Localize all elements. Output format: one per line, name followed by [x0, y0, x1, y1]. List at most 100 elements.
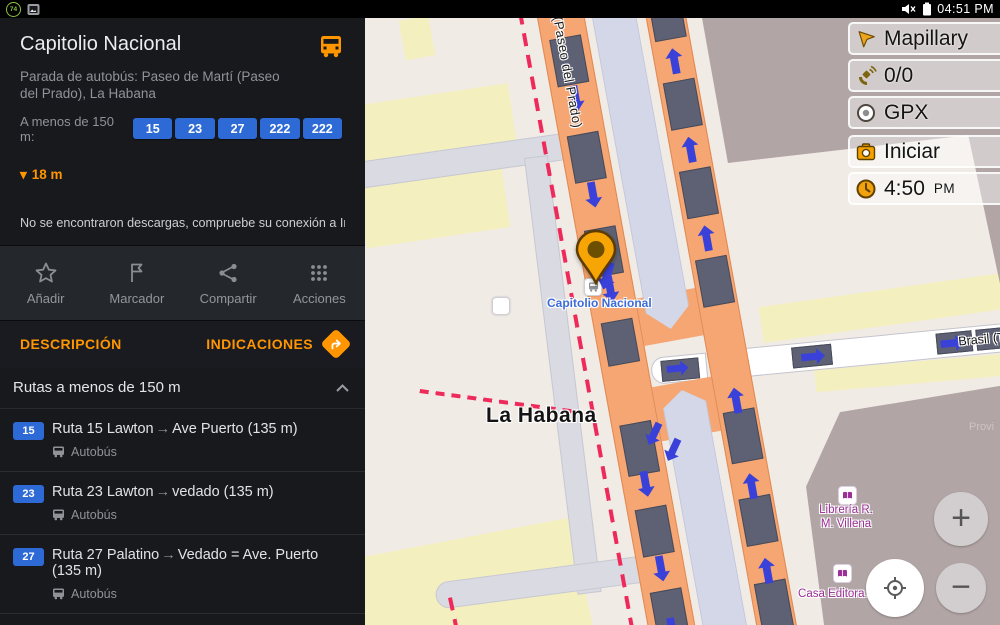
flag-icon: [124, 260, 150, 286]
app-window: 74 04:51 PM Capitolio Nacional: [0, 0, 1000, 625]
route-badge[interactable]: 222: [303, 118, 342, 139]
book-icon: [833, 564, 852, 583]
screenshot-icon: [27, 3, 40, 16]
route-badge[interactable]: 23: [175, 118, 214, 139]
route-arrow: →: [159, 547, 178, 563]
map-building: [723, 407, 764, 464]
battery-icon: [922, 2, 932, 16]
action-bar: Añadir Marcador Compartir: [0, 245, 365, 320]
widget-time-label: 4:50: [884, 177, 925, 201]
widget-mapillary[interactable]: Mapillary: [848, 22, 1000, 55]
route-badge: 15: [13, 422, 44, 440]
poi-icon: [492, 297, 510, 315]
widget-start-label: Iniciar: [884, 140, 940, 164]
city-label: La Habana: [486, 404, 597, 428]
marker-label: Marcador: [109, 291, 164, 306]
zoom-in-button[interactable]: +: [934, 492, 988, 546]
zoom-in-glyph: +: [951, 501, 971, 535]
elevation-value: 18 m: [32, 167, 63, 182]
route-row[interactable]: 222 Ruta 222 Lisa→Parque Central (135 m)…: [0, 614, 365, 625]
widget-mapillary-label: Mapillary: [884, 27, 968, 51]
chevron-up-icon: [335, 383, 350, 393]
tab-bar: DESCRIPCIÓN INDICACIONES: [0, 320, 365, 368]
route-type: Autobús: [71, 445, 117, 459]
bus-icon: [52, 588, 65, 600]
widget-gps-info[interactable]: 0/0: [848, 59, 1000, 92]
map-building: [601, 318, 640, 367]
direction-arrow-icon: [696, 224, 717, 253]
widget-gpx[interactable]: GPX: [848, 96, 1000, 129]
clock-icon: [855, 178, 877, 200]
route-row[interactable]: 15 Ruta 15 Lawton→Ave Puerto (135 m) Aut…: [0, 409, 365, 472]
widget-gps-label: 0/0: [884, 64, 913, 88]
widget-gpx-label: GPX: [884, 101, 928, 125]
zoom-out-button[interactable]: −: [936, 563, 986, 613]
camera-icon: [855, 141, 877, 163]
map-building: [647, 18, 687, 42]
route-badge[interactable]: 27: [218, 118, 257, 139]
actions-button[interactable]: Acciones: [274, 260, 365, 306]
route-badge: 27: [13, 548, 44, 566]
clock-text: 04:51 PM: [937, 2, 994, 16]
direction-arrow-icon: [650, 554, 671, 583]
status-bar: 74 04:51 PM: [0, 0, 1000, 18]
tab-directions[interactable]: INDICACIONES: [206, 333, 351, 355]
satellite-icon: [855, 65, 877, 87]
routes-header-label: Rutas a menos de 150 m: [13, 379, 181, 396]
battery-percent-icon: 74: [6, 2, 21, 17]
widget-start-recording[interactable]: Iniciar: [848, 135, 1000, 168]
routes-section-header[interactable]: Rutas a menos de 150 m: [0, 368, 365, 409]
direction-arrow-icon: [582, 180, 603, 209]
directions-diamond-icon: [320, 329, 351, 360]
bus-icon: [52, 509, 65, 521]
nearby-routes-row: A menos de 150 m: 15 23 27 222 222: [20, 114, 345, 144]
my-location-button[interactable]: [866, 559, 924, 617]
poi-context-panel: Capitolio Nacional Parada de autobús: Pa…: [0, 18, 365, 625]
bus-icon: [52, 446, 65, 458]
download-notice: No se encontraron descargas, compruebe s…: [20, 216, 345, 230]
elevation-arrow-icon: ▾: [20, 167, 27, 183]
route-badge[interactable]: 222: [260, 118, 299, 139]
tab-description[interactable]: DESCRIPCIÓN: [20, 336, 122, 352]
map-building: [663, 78, 703, 131]
province-label: Provi: [969, 421, 994, 433]
star-icon: [33, 260, 59, 286]
book-icon: [838, 486, 857, 505]
marker-button[interactable]: Marcador: [91, 260, 182, 306]
mute-vibrate-icon: [900, 2, 917, 16]
route-row[interactable]: 23 Ruta 23 Lawton→vedado (135 m) Autobús: [0, 472, 365, 535]
route-name: Ruta 15 Lawton: [52, 421, 154, 437]
route-name: Ruta 27 Palatino: [52, 547, 159, 563]
widget-time[interactable]: 4:50 PM: [848, 172, 1000, 205]
map-building: [695, 255, 735, 308]
tab-directions-label: INDICACIONES: [206, 336, 313, 352]
map-pin[interactable]: [573, 228, 619, 288]
add-button[interactable]: Añadir: [0, 260, 91, 306]
actions-label: Acciones: [293, 291, 346, 306]
map-building: [635, 505, 675, 558]
route-dest: vedado (135 m): [172, 484, 274, 500]
map-area: [399, 18, 435, 60]
poi-label-capitolio: Capitolio Nacional: [547, 296, 652, 310]
page-title: Capitolio Nacional: [20, 33, 317, 56]
add-label: Añadir: [27, 291, 65, 306]
share-button[interactable]: Compartir: [183, 260, 274, 306]
share-icon: [215, 260, 241, 286]
bus-icon: [317, 33, 345, 61]
route-row[interactable]: 27 Ruta 27 Palatino→Vedado = Ave. Puerto…: [0, 535, 365, 614]
target-icon: [881, 574, 909, 602]
map-building: [738, 494, 778, 547]
direction-arrow-icon: [680, 135, 701, 164]
poi-label-libreria: Librería R. M. Villena: [801, 504, 891, 532]
map-canvas[interactable]: Brasil (Teniente R: [365, 18, 1000, 625]
grid-dots-icon: [306, 260, 332, 286]
poi-subtitle: Parada de autobús: Paseo de Martí (Paseo…: [20, 69, 345, 103]
zoom-out-glyph: −: [951, 570, 971, 604]
route-badge: 23: [13, 485, 44, 503]
route-badge[interactable]: 15: [133, 118, 172, 139]
route-arrow: →: [154, 421, 173, 437]
record-icon: [855, 102, 877, 124]
direction-arrow-icon: [664, 47, 685, 76]
mapillary-icon: [855, 28, 877, 50]
widget-time-suffix: PM: [934, 181, 955, 196]
